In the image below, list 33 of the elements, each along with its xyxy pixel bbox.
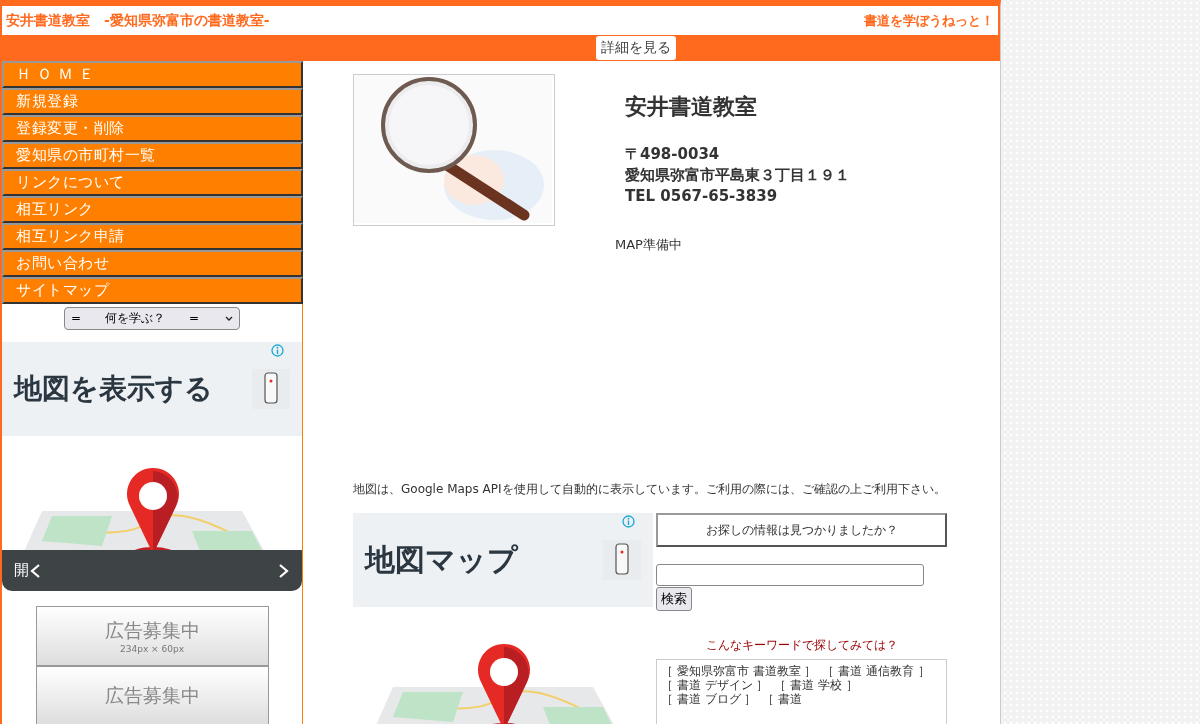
keyword-link[interactable]: ［ 書道 学校 ］ xyxy=(774,678,858,692)
chevron-left-icon xyxy=(29,562,41,579)
banner-text: 広告募集中 xyxy=(104,683,200,708)
info-icon xyxy=(271,344,284,357)
keywords-heading: こんなキーワードで探してみては？ xyxy=(704,637,899,654)
ad-placeholder-banner[interactable]: 広告募集中 234px × 60px xyxy=(35,606,269,666)
postal-code: 〒498-0034 xyxy=(625,144,721,165)
map-note: 地図は、Google Maps APIを使用して自動的に表示しています。ご利用の際には、ご確認の上ご利用下さい。 xyxy=(353,482,947,497)
map-status: MAP準備中 xyxy=(615,236,683,254)
info-icon xyxy=(622,515,635,528)
chevron-down-icon xyxy=(225,316,233,321)
site-slogan: 書道を学ぼうねっと！ xyxy=(864,11,994,30)
ad-headline: 地図マップ xyxy=(365,540,518,579)
banner-text: 広告募集中 xyxy=(104,618,200,643)
ad-banner[interactable]: 地図を表示する xyxy=(2,342,302,436)
keyword-link[interactable]: ［ 書道 デザイン ］ xyxy=(661,678,769,692)
details-button[interactable]: 詳細を見る xyxy=(596,36,676,60)
phone-number: TEL 0567-65-3839 xyxy=(625,186,779,207)
banner-size: 234px × 60px xyxy=(120,644,184,654)
school-name: 安井書道教室 xyxy=(625,93,758,121)
chevron-right-icon xyxy=(278,562,290,579)
ad-banner[interactable]: 地図マップ xyxy=(353,513,653,607)
category-select[interactable]: = 何を学ぶ？ = xyxy=(64,307,240,330)
keyword-link[interactable]: ［ 書道 xyxy=(762,692,803,706)
question-heading: お探しの情報は見つかりましたか？ xyxy=(656,513,947,547)
search-button[interactable]: 検索 xyxy=(656,587,692,611)
keyword-link[interactable]: ［ 愛知県弥富市 書道教室 ］ xyxy=(661,664,817,678)
search-field[interactable] xyxy=(656,564,924,586)
keyword-link[interactable]: ［ 書道 ブログ ］ xyxy=(661,692,757,706)
open-label[interactable]: 開 xyxy=(14,561,29,580)
ad-headline: 地図を表示する xyxy=(14,371,213,407)
keyword-link[interactable]: ［ 書道 通信教育 ］ xyxy=(822,664,930,678)
address: 愛知県弥富市平島東３丁目１９１ xyxy=(625,165,850,186)
